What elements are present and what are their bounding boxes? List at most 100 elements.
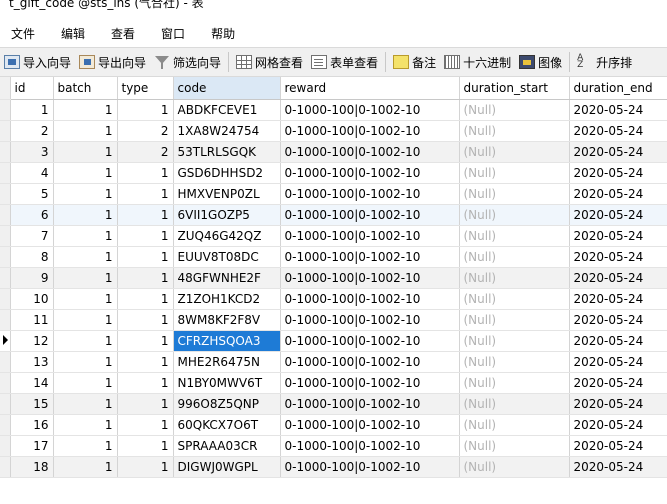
- row-selector[interactable]: [0, 99, 11, 121]
- import-wizard-button[interactable]: 导入向导: [0, 50, 75, 74]
- sort-ascending-button[interactable]: AZ 升序排: [573, 50, 636, 74]
- cell-end[interactable]: 2020-05-24: [569, 414, 667, 436]
- row-selector[interactable]: [0, 414, 11, 436]
- cell-batch[interactable]: 1: [53, 162, 118, 184]
- cell-code[interactable]: MHE2R6475N: [173, 351, 281, 373]
- row-selector[interactable]: [0, 183, 11, 205]
- cell-start[interactable]: (Null): [459, 225, 570, 247]
- cell-type[interactable]: 1: [117, 246, 174, 268]
- column-header-code[interactable]: code: [173, 77, 281, 100]
- cell-id[interactable]: 16: [10, 414, 54, 436]
- cell-code[interactable]: Z1ZOH1KCD2: [173, 288, 281, 310]
- cell-id[interactable]: 1: [10, 99, 54, 121]
- cell-code[interactable]: CFRZHSQOA3: [173, 330, 281, 352]
- menu-file[interactable]: 文件: [11, 25, 35, 42]
- row-selector[interactable]: [0, 435, 11, 457]
- cell-start[interactable]: (Null): [459, 162, 570, 184]
- cell-start[interactable]: (Null): [459, 267, 570, 289]
- cell-batch[interactable]: 1: [53, 393, 118, 415]
- cell-batch[interactable]: 1: [53, 99, 118, 121]
- cell-type[interactable]: 2: [117, 120, 174, 142]
- cell-code[interactable]: EUUV8T08DC: [173, 246, 281, 268]
- cell-type[interactable]: 1: [117, 183, 174, 205]
- cell-code[interactable]: SPRAAA03CR: [173, 435, 281, 457]
- cell-type[interactable]: 1: [117, 330, 174, 352]
- cell-end[interactable]: 2020-05-24: [569, 183, 667, 205]
- cell-reward[interactable]: 0-1000-100|0-1002-10: [280, 351, 460, 373]
- cell-batch[interactable]: 1: [53, 456, 118, 478]
- table-row[interactable]: 2 1 2 1XA8W24754 0-1000-100|0-1002-10 (Null) 2…: [0, 120, 667, 142]
- cell-end[interactable]: 2020-05-24: [569, 372, 667, 394]
- cell-start[interactable]: (Null): [459, 414, 570, 436]
- hex-button[interactable]: 十六进制: [440, 50, 515, 74]
- cell-reward[interactable]: 0-1000-100|0-1002-10: [280, 183, 460, 205]
- row-selector[interactable]: [0, 225, 11, 247]
- cell-start[interactable]: (Null): [459, 288, 570, 310]
- table-row[interactable]: 9 1 1 48GFWNHE2F 0-1000-100|0-1002-10 (Null) 2…: [0, 267, 667, 289]
- cell-start[interactable]: (Null): [459, 330, 570, 352]
- table-row[interactable]: 4 1 1 GSD6DHHSD2 0-1000-100|0-1002-10 (Null) 2…: [0, 162, 667, 184]
- row-selector[interactable]: [0, 330, 11, 352]
- cell-start[interactable]: (Null): [459, 351, 570, 373]
- cell-end[interactable]: 2020-05-24: [569, 99, 667, 121]
- cell-end[interactable]: 2020-05-24: [569, 330, 667, 352]
- column-header-reward[interactable]: reward: [280, 77, 460, 100]
- cell-start[interactable]: (Null): [459, 246, 570, 268]
- cell-end[interactable]: 2020-05-24: [569, 288, 667, 310]
- cell-reward[interactable]: 0-1000-100|0-1002-10: [280, 435, 460, 457]
- cell-code[interactable]: 1XA8W24754: [173, 120, 281, 142]
- cell-reward[interactable]: 0-1000-100|0-1002-10: [280, 393, 460, 415]
- cell-code[interactable]: 996O8Z5QNP: [173, 393, 281, 415]
- row-selector[interactable]: [0, 267, 11, 289]
- cell-code[interactable]: N1BY0MWV6T: [173, 372, 281, 394]
- cell-id[interactable]: 10: [10, 288, 54, 310]
- row-selector[interactable]: [0, 120, 11, 142]
- cell-code[interactable]: 60QKCX7O6T: [173, 414, 281, 436]
- cell-start[interactable]: (Null): [459, 99, 570, 121]
- cell-reward[interactable]: 0-1000-100|0-1002-10: [280, 372, 460, 394]
- column-header-batch[interactable]: batch: [53, 77, 118, 100]
- cell-end[interactable]: 2020-05-24: [569, 246, 667, 268]
- cell-type[interactable]: 1: [117, 267, 174, 289]
- cell-end[interactable]: 2020-05-24: [569, 393, 667, 415]
- table-row[interactable]: 13 1 1 MHE2R6475N 0-1000-100|0-1002-10 (Null)…: [0, 351, 667, 373]
- cell-code[interactable]: 6VII1GOZP5: [173, 204, 281, 226]
- table-row[interactable]: 14 1 1 N1BY0MWV6T 0-1000-100|0-1002-10 (Null)…: [0, 372, 667, 394]
- cell-batch[interactable]: 1: [53, 288, 118, 310]
- cell-code[interactable]: ABDKFCEVE1: [173, 99, 281, 121]
- row-selector[interactable]: [0, 456, 11, 478]
- cell-start[interactable]: (Null): [459, 204, 570, 226]
- table-row[interactable]: 16 1 1 60QKCX7O6T 0-1000-100|0-1002-10 (Null)…: [0, 414, 667, 436]
- cell-batch[interactable]: 1: [53, 141, 118, 163]
- row-selector[interactable]: [0, 246, 11, 268]
- table-row[interactable]: 17 1 1 SPRAAA03CR 0-1000-100|0-1002-10 (Null)…: [0, 435, 667, 457]
- cell-reward[interactable]: 0-1000-100|0-1002-10: [280, 141, 460, 163]
- cell-type[interactable]: 1: [117, 225, 174, 247]
- row-selector[interactable]: [0, 372, 11, 394]
- cell-code[interactable]: 8WM8KF2F8V: [173, 309, 281, 331]
- column-header-type[interactable]: type: [117, 77, 174, 100]
- cell-batch[interactable]: 1: [53, 435, 118, 457]
- cell-batch[interactable]: 1: [53, 351, 118, 373]
- cell-id[interactable]: 3: [10, 141, 54, 163]
- cell-reward[interactable]: 0-1000-100|0-1002-10: [280, 162, 460, 184]
- cell-id[interactable]: 2: [10, 120, 54, 142]
- cell-type[interactable]: 2: [117, 141, 174, 163]
- table-row[interactable]: 12 1 1 CFRZHSQOA3 0-1000-100|0-1002-10 (Null)…: [0, 330, 667, 352]
- cell-batch[interactable]: 1: [53, 330, 118, 352]
- row-selector[interactable]: [0, 162, 11, 184]
- cell-type[interactable]: 1: [117, 393, 174, 415]
- menu-edit[interactable]: 编辑: [61, 25, 85, 42]
- cell-batch[interactable]: 1: [53, 120, 118, 142]
- cell-end[interactable]: 2020-05-24: [569, 141, 667, 163]
- image-button[interactable]: 图像: [515, 50, 566, 74]
- column-header-duration-start[interactable]: duration_start: [459, 77, 570, 100]
- cell-end[interactable]: 2020-05-24: [569, 225, 667, 247]
- cell-start[interactable]: (Null): [459, 309, 570, 331]
- cell-id[interactable]: 9: [10, 267, 54, 289]
- cell-reward[interactable]: 0-1000-100|0-1002-10: [280, 225, 460, 247]
- cell-reward[interactable]: 0-1000-100|0-1002-10: [280, 204, 460, 226]
- cell-batch[interactable]: 1: [53, 246, 118, 268]
- menu-view[interactable]: 查看: [111, 25, 135, 42]
- cell-batch[interactable]: 1: [53, 414, 118, 436]
